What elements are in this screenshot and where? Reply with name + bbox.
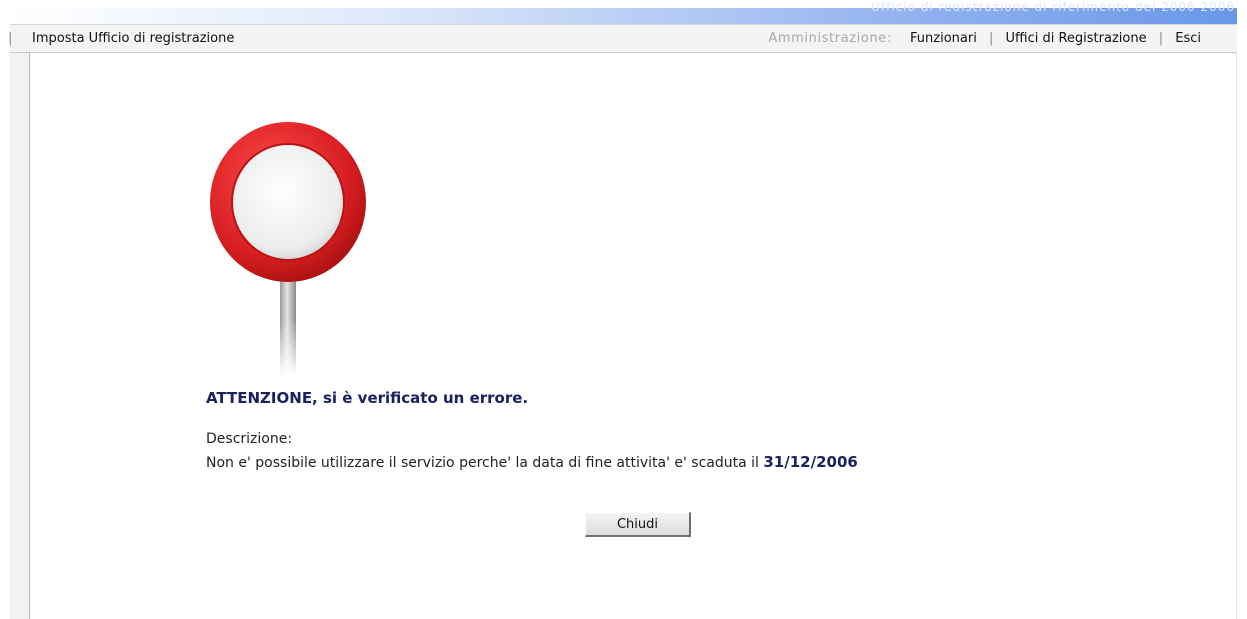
menu-left: | Imposta Ufficio di registrazione xyxy=(8,31,234,46)
admin-label: Amministrazione: xyxy=(768,31,892,46)
menu-separator: | xyxy=(1158,31,1164,46)
description-label: Descrizione: xyxy=(206,431,293,447)
menu-item-imposta-ufficio[interactable]: Imposta Ufficio di registrazione xyxy=(32,31,234,46)
menu-bar: | Imposta Ufficio di registrazione Ammin… xyxy=(8,24,1237,53)
menu-separator: | xyxy=(8,31,13,46)
description-date: 31/12/2006 xyxy=(763,453,858,471)
description-text: Non e' possibile utilizzare il servizio … xyxy=(206,453,858,471)
banner-text: Ufficio di registrazione di riferimento … xyxy=(871,0,1235,11)
left-frame-border xyxy=(10,53,30,619)
error-title: ATTENZIONE, si è verificato un errore. xyxy=(206,389,529,407)
no-entry-sign-icon xyxy=(210,122,366,375)
menu-right: Amministrazione: Funzionari | Uffici di … xyxy=(768,31,1201,46)
top-banner: Ufficio di registrazione di riferimento … xyxy=(0,0,1247,24)
close-button[interactable]: Chiudi xyxy=(585,512,691,537)
description-message: Non e' possibile utilizzare il servizio … xyxy=(206,455,764,471)
menu-item-esci[interactable]: Esci xyxy=(1175,31,1201,46)
menu-separator: | xyxy=(988,31,994,46)
menu-item-uffici-registrazione[interactable]: Uffici di Registrazione xyxy=(1005,31,1146,46)
right-frame-border xyxy=(1236,53,1237,619)
menu-item-funzionari[interactable]: Funzionari xyxy=(910,31,977,46)
page: Ufficio di registrazione di riferimento … xyxy=(0,0,1247,619)
